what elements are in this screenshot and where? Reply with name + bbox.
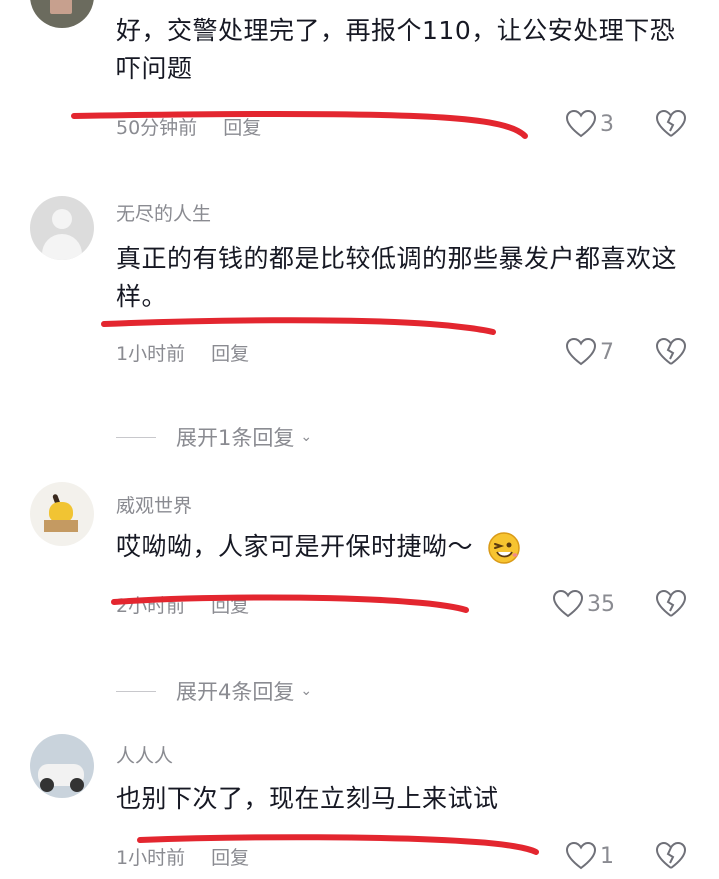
reply-button[interactable]: 回复 [211, 595, 249, 617]
like-button[interactable]: 35 [553, 590, 615, 618]
avatar[interactable] [30, 0, 94, 28]
like-button[interactable]: 7 [566, 338, 614, 366]
comment-time: 1小时前 [116, 343, 186, 365]
comment-time: 50分钟前 [116, 117, 198, 139]
reply-button[interactable]: 回复 [211, 343, 249, 365]
dislike-broken-heart-icon[interactable] [655, 338, 687, 366]
like-count: 35 [587, 591, 615, 617]
comment-text: 真正的有钱的都是比较低调的那些暴发户都喜欢这样。 [116, 244, 678, 311]
expand-replies-label: 展开1条回复 [176, 426, 295, 450]
comment-meta: 1小时前 回复 [116, 342, 249, 366]
comment-meta: 2小时前 回复 [116, 594, 249, 618]
comment-time: 1小时前 [116, 847, 186, 869]
username[interactable]: 人人人 [116, 744, 173, 768]
dislike-broken-heart-icon[interactable] [655, 590, 687, 618]
divider [116, 436, 156, 438]
username[interactable]: 威观世界 [116, 494, 192, 518]
wink-emoji-icon [488, 532, 521, 564]
chevron-down-icon: ⌄ [300, 683, 313, 699]
like-count: 1 [600, 843, 614, 869]
expand-replies-button[interactable]: 展开1条回复 ⌄ [116, 422, 312, 452]
avatar[interactable] [30, 196, 94, 260]
like-count: 3 [600, 111, 614, 137]
dislike-broken-heart-icon[interactable] [655, 842, 687, 870]
heart-outline-icon [566, 338, 596, 366]
heart-outline-icon [566, 110, 596, 138]
comment-text: 哎呦呦，人家可是开保时捷呦～ [116, 528, 691, 566]
avatar[interactable] [30, 734, 94, 798]
heart-outline-icon [553, 590, 583, 618]
expand-replies-button[interactable]: 展开4条回复 ⌄ [116, 676, 312, 706]
divider [116, 690, 156, 692]
comment-text-content: 哎呦呦，人家可是开保时捷呦～ [116, 532, 474, 561]
comment-meta: 50分钟前 回复 [116, 116, 261, 140]
dislike-broken-heart-icon[interactable] [655, 110, 687, 138]
comment-text: 好，交警处理完了，再报个110，让公安处理下恐吓问题 [116, 16, 676, 83]
like-count: 7 [600, 339, 614, 365]
comment-text: 也别下次了，现在立刻马上来试试 [116, 784, 499, 813]
avatar[interactable] [30, 482, 94, 546]
comment-meta: 1小时前 回复 [116, 846, 249, 870]
like-button[interactable]: 1 [566, 842, 614, 870]
comment-time: 2小时前 [116, 595, 186, 617]
username[interactable]: 无尽的人生 [116, 202, 211, 226]
reply-button[interactable]: 回复 [211, 847, 249, 869]
heart-outline-icon [566, 842, 596, 870]
like-button[interactable]: 3 [566, 110, 614, 138]
reply-button[interactable]: 回复 [223, 117, 261, 139]
expand-replies-label: 展开4条回复 [176, 680, 295, 704]
chevron-down-icon: ⌄ [300, 429, 313, 445]
